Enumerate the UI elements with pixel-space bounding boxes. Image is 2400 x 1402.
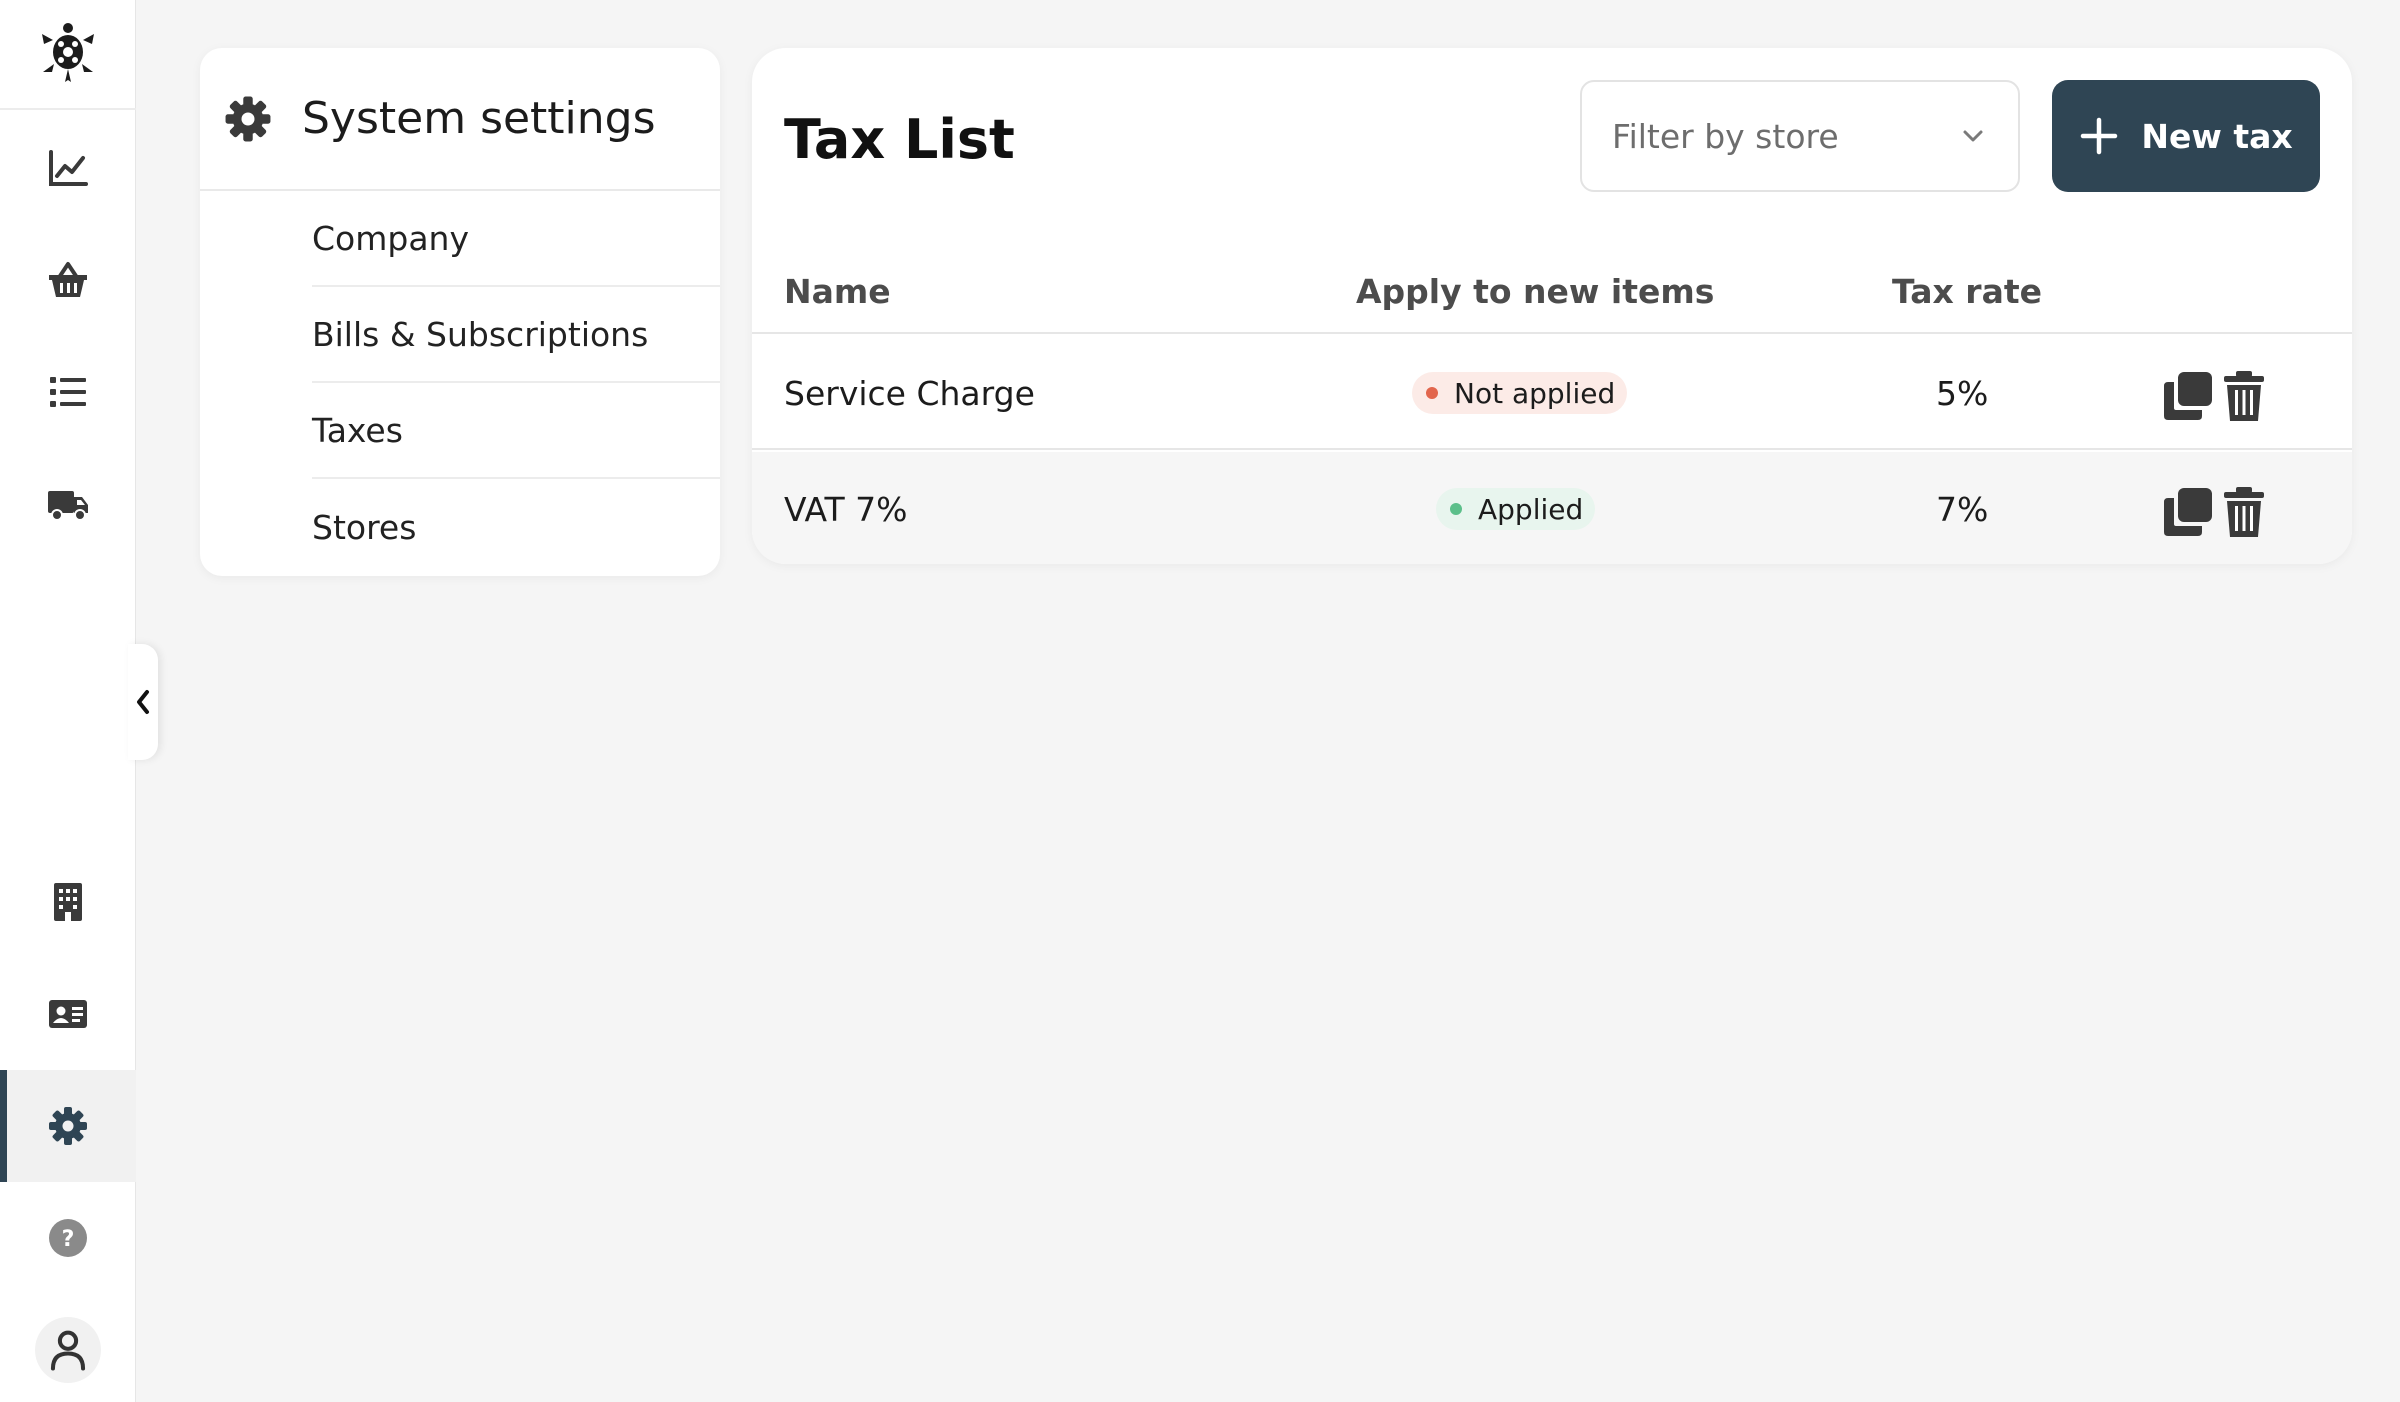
sidebar-item-delivery[interactable]: [0, 448, 136, 560]
truck-icon: [48, 491, 88, 521]
status-dot: [1450, 503, 1462, 515]
status-badge-cell: Applied: [1436, 452, 1596, 564]
table-row[interactable]: Service Charge Not applied 5%: [752, 336, 2352, 450]
column-header-apply: Apply to new items: [1356, 271, 1715, 311]
building-icon: [54, 883, 82, 921]
user-icon: [50, 1330, 86, 1371]
turtle-logo-icon: [42, 23, 94, 82]
settings-nav: Company Bills & Subscriptions Taxes Stor…: [200, 191, 720, 575]
sidebar-item-settings[interactable]: [0, 1070, 136, 1182]
gear-icon: [225, 96, 271, 141]
sidebar-item-company[interactable]: [0, 846, 136, 958]
tax-rate: 7%: [1936, 489, 1989, 529]
settings-nav-bills[interactable]: Bills & Subscriptions: [312, 287, 720, 383]
sidebar-item-items[interactable]: [0, 336, 136, 448]
settings-panel: System settings Company Bills & Subscrip…: [200, 48, 720, 576]
help-icon: ?: [49, 1219, 87, 1257]
store-filter-placeholder: Filter by store: [1612, 116, 1839, 156]
chevron-left-icon: [137, 690, 149, 714]
trash-icon[interactable]: [2218, 486, 2270, 538]
logo[interactable]: [0, 0, 136, 110]
avatar: [35, 1317, 101, 1383]
status-label: Not applied: [1454, 376, 1616, 410]
plus-icon: [2081, 117, 2118, 155]
sidebar-item-account[interactable]: [0, 1294, 136, 1402]
settings-nav-company[interactable]: Company: [312, 191, 720, 287]
chevron-down-icon: [1963, 130, 1983, 142]
status-dot: [1426, 387, 1438, 399]
sidebar: ?: [0, 0, 136, 1402]
column-header-rate: Tax rate: [1892, 271, 2042, 311]
table-row[interactable]: VAT 7% Applied 7%: [752, 452, 2352, 564]
status-label: Applied: [1478, 492, 1584, 526]
sidebar-item-analytics[interactable]: [0, 112, 136, 224]
status-badge-cell: Not applied: [1412, 336, 1628, 450]
svg-text:?: ?: [62, 1227, 75, 1252]
new-tax-button[interactable]: New tax: [2052, 80, 2320, 192]
sidebar-item-contacts[interactable]: [0, 958, 136, 1070]
sidebar-item-help[interactable]: ?: [0, 1182, 136, 1294]
store-filter-select[interactable]: Filter by store: [1580, 80, 2020, 192]
list-icon: [50, 377, 86, 407]
table-header: Name Apply to new items Tax rate: [752, 248, 2352, 334]
page-title: Tax List: [784, 108, 1015, 171]
column-header-name: Name: [784, 271, 891, 311]
status-badge: Not applied: [1412, 372, 1628, 414]
new-tax-label: New tax: [2141, 116, 2293, 156]
tax-name: Service Charge: [784, 373, 1035, 413]
tax-list-panel: Tax List Filter by store New tax Name Ap…: [752, 48, 2352, 564]
trash-icon[interactable]: [2218, 370, 2270, 422]
tax-name: VAT 7%: [784, 489, 908, 529]
settings-header: System settings: [200, 48, 720, 191]
copy-icon[interactable]: [2162, 370, 2214, 422]
gear-icon: [49, 1107, 87, 1145]
chart-line-icon: [49, 150, 88, 186]
id-card-icon: [49, 1000, 87, 1028]
copy-icon[interactable]: [2162, 486, 2214, 538]
basket-icon: [49, 262, 87, 297]
settings-nav-stores[interactable]: Stores: [312, 479, 720, 575]
status-badge: Applied: [1436, 488, 1596, 530]
sidebar-collapse-button[interactable]: [128, 644, 158, 760]
sidebar-item-sales[interactable]: [0, 224, 136, 336]
settings-nav-taxes[interactable]: Taxes: [312, 383, 720, 479]
settings-title: System settings: [302, 93, 656, 144]
tax-rate: 5%: [1936, 373, 1989, 413]
